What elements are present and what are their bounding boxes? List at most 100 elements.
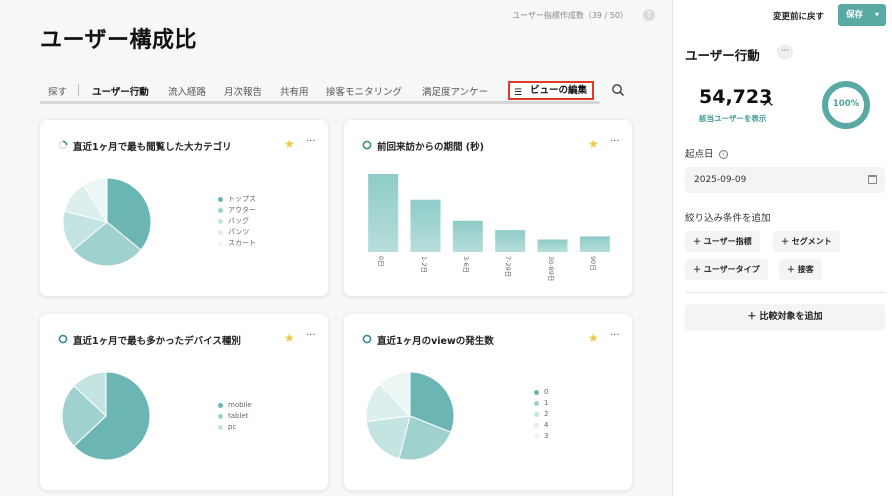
user-count: 54,723 [699, 86, 773, 108]
sidebar: 変更前に戻す 保存 ▾ ユーザー行動 ··· 54,723 人 該当ユーザーを表… [672, 0, 892, 496]
add-segment-button[interactable]: ＋ セグメント [773, 231, 840, 252]
add-customer-service-button[interactable]: ＋ 接客 [779, 259, 822, 280]
revert-button[interactable]: 変更前に戻す [773, 10, 824, 22]
legend-item: 4 [534, 420, 548, 431]
bar-6[interactable] [579, 236, 610, 252]
card-title: 直近1ヶ月のviewの発生数 [377, 336, 494, 347]
bar-axis-labels: 0日 1-2日 3-6日 7-29日 30-89日 90日 [362, 256, 616, 286]
legend-item: バッグ [218, 216, 256, 227]
chart-card-views: 直近1ヶ月のviewの発生数 ★ ··· 0 1 2 4 3 [343, 313, 633, 491]
chart-legend: トップスアウターバッグパンツスカート [218, 194, 256, 249]
tab-monthly-report[interactable]: 月次報告 [224, 84, 262, 98]
legend-swatch [534, 433, 539, 439]
bar-5[interactable] [537, 239, 568, 252]
bar-tick-label: 90日 [588, 256, 597, 271]
more-icon[interactable]: ··· [610, 136, 620, 147]
more-icon[interactable]: ··· [610, 330, 620, 341]
save-button[interactable]: 保存 ▾ [838, 4, 886, 26]
metric-count: ユーザー指標作成数（39 / 50） [512, 11, 628, 20]
legend-label: 1 [544, 399, 549, 407]
divider [685, 292, 885, 293]
legend-swatch [218, 218, 223, 224]
bar-tick-label: 7-29日 [504, 256, 513, 278]
tab-inflow[interactable]: 流入経路 [168, 84, 206, 98]
bar-chart [368, 174, 610, 252]
bar-tick-label: 0日 [377, 256, 386, 267]
card-title: 直近1ヶ月で最も閲覧した大カテゴリ [73, 142, 232, 153]
show-users-link[interactable]: 該当ユーザーを表示 [699, 113, 766, 124]
legend-label: トップス [228, 195, 256, 203]
bar-2[interactable] [410, 199, 441, 252]
chart-card-category: 直近1ヶ月で最も閲覧した大カテゴリ ★ ··· トップスアウターバッグパンツスカ… [39, 119, 329, 297]
chart-card-device: 直近1ヶ月で最も多かったデバイス種別 ★ ··· mobile tablet pc [39, 313, 329, 491]
pie-chart [61, 371, 151, 461]
tab-shared[interactable]: 共有用 [280, 84, 309, 98]
more-icon[interactable]: ··· [306, 136, 316, 147]
add-user-metric-button[interactable]: ＋ ユーザー指標 [685, 231, 760, 252]
legend-swatch [218, 196, 223, 202]
legend-item: スカート [218, 238, 256, 249]
legend-label: アウター [228, 206, 256, 214]
page-title: ユーザー構成比 [40, 28, 198, 53]
bar-1[interactable] [368, 174, 399, 252]
info-icon[interactable]: i [718, 150, 728, 159]
ring-icon [362, 334, 372, 344]
tab-separator [78, 84, 79, 96]
legend-swatch [218, 424, 223, 430]
card-title: 前回来訪からの期間 (秒) [377, 142, 484, 153]
star-icon[interactable]: ★ [284, 331, 295, 345]
bar-3[interactable] [452, 220, 483, 252]
legend-label: 3 [544, 432, 549, 440]
chevron-down-icon: ▾ [874, 10, 879, 19]
star-icon[interactable]: ★ [588, 137, 599, 151]
tab-survey[interactable]: 満足度アンケー [422, 84, 488, 98]
legend-label: tablet [228, 412, 249, 420]
legend-swatch [218, 229, 223, 235]
filter-label: 絞り込み条件を追加 [685, 213, 771, 224]
legend-label: 0 [544, 388, 549, 396]
search-icon[interactable] [611, 83, 625, 97]
legend-swatch [534, 400, 539, 406]
start-date-text: 起点日 [685, 149, 714, 160]
bar-tick-label: 3-6日 [461, 256, 470, 274]
legend-label: 2 [544, 410, 549, 418]
tab-monitoring[interactable]: 接客モニタリング [326, 84, 402, 98]
bar-tick-label: 30-89日 [546, 256, 555, 282]
legend-label: スカート [228, 239, 256, 247]
legend-swatch [534, 389, 539, 395]
add-user-type-button[interactable]: ＋ ユーザータイプ [685, 259, 768, 280]
tab-explore[interactable]: 探す [48, 84, 67, 98]
bar-tick-label: 1-2日 [419, 256, 428, 274]
star-icon[interactable]: ★ [588, 331, 599, 345]
bar-4[interactable] [495, 230, 526, 252]
sidebar-title: ユーザー行動 [685, 48, 760, 63]
legend-item: mobile [218, 400, 252, 411]
start-date-label: 起点日 i [685, 146, 728, 160]
chart-legend: mobile tablet pc [218, 400, 252, 433]
tab-user-behavior[interactable]: ユーザー行動 [92, 84, 149, 98]
pie-chart [62, 177, 152, 267]
edit-view-button[interactable]: ☰ ビューの編集 [508, 81, 594, 100]
legend-swatch [218, 207, 223, 213]
legend-label: バッグ [228, 217, 249, 225]
ring-icon [362, 140, 372, 150]
sliders-icon: ☰ [514, 88, 523, 98]
legend-swatch [218, 413, 223, 419]
legend-item: 3 [534, 431, 548, 442]
legend-item: 2 [534, 409, 548, 420]
ring-icon [58, 334, 68, 344]
add-comparison-button[interactable]: ＋ 比較対象を追加 [685, 304, 885, 331]
legend-item: パンツ [218, 227, 256, 238]
star-icon[interactable]: ★ [284, 137, 295, 151]
card-title: 直近1ヶ月で最も多かったデバイス種別 [73, 336, 241, 347]
legend-label: pc [228, 423, 237, 431]
more-icon[interactable]: ··· [777, 44, 793, 60]
pie-chart [365, 371, 455, 461]
legend-label: 4 [544, 421, 549, 429]
start-date-field[interactable]: 2025-09-09 [685, 167, 885, 193]
legend-label: パンツ [228, 228, 250, 236]
help-icon[interactable]: ? [643, 9, 655, 21]
legend-item: 0 [534, 387, 548, 398]
calendar-icon[interactable] [868, 175, 877, 184]
more-icon[interactable]: ··· [306, 330, 316, 341]
